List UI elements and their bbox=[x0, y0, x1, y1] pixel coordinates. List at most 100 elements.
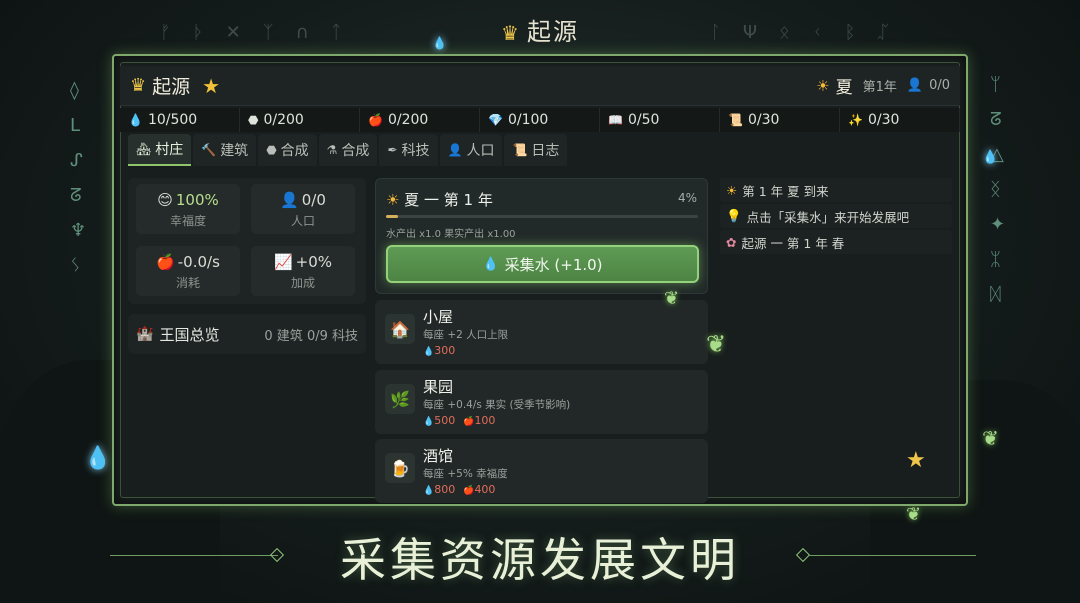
tab-label: 科技 bbox=[401, 143, 430, 159]
person-icon: 👤 bbox=[280, 191, 299, 209]
cost-value: 800 bbox=[434, 483, 456, 496]
resource-value: 0/30 bbox=[747, 112, 780, 128]
cost-water: 💧800 bbox=[423, 483, 455, 496]
event-log: ☀ 第 1 年 夏 到来 💡 点击「采集水」来开始发展吧 ✿ 起源 一 第 1 年 春 bbox=[720, 178, 952, 256]
resource-sparkle: ✨ 0/30 bbox=[840, 108, 960, 132]
log-entry: ☀ 第 1 年 夏 到来 bbox=[720, 178, 952, 202]
beer-icon: 🍺 bbox=[385, 453, 415, 483]
season-card: ☀ 夏 一 第 1 年 4% 水产出 x1.0 果实产出 x1.00 💧 采集水… bbox=[375, 178, 708, 294]
stat-population: 👤 0/0 人口 bbox=[251, 184, 355, 234]
sun-icon: ☀ bbox=[386, 191, 400, 209]
crown-icon: ♛ bbox=[501, 21, 521, 45]
kingdom-overview-row[interactable]: 🏰 王国总览 0 建筑 0/9 科技 bbox=[128, 314, 366, 354]
building-name: 小屋 bbox=[423, 308, 454, 326]
stat-value: -0.0/s bbox=[177, 253, 220, 271]
stat-bonus: 📈 +0% 加成 bbox=[251, 246, 355, 296]
leaf-icon: ❦ bbox=[664, 288, 680, 309]
tab-label: 人口 bbox=[466, 143, 495, 159]
gem-icon: 💎 bbox=[488, 113, 503, 127]
resource-value: 10/500 bbox=[147, 112, 198, 128]
building-name: 酒馆 bbox=[423, 447, 454, 465]
crown-icon: ♛ bbox=[130, 75, 147, 96]
hammer-icon: 🔨 bbox=[201, 143, 217, 157]
top-title: ♛ 起源 bbox=[0, 12, 1080, 47]
tab-label: 村庄 bbox=[155, 142, 184, 158]
population-label: 0/0 bbox=[929, 78, 950, 93]
log-text: 起源 一 第 1 年 春 bbox=[741, 235, 845, 251]
cauldron-icon: ⬣ bbox=[266, 143, 277, 157]
stat-value: +0% bbox=[295, 253, 333, 271]
rune-column-left: ◊ ᒪ ᔑ ᘔ ♆ ᛊ bbox=[70, 80, 87, 276]
season-percent: 4% bbox=[677, 191, 697, 205]
resource-scroll: 📜 0/30 bbox=[720, 108, 840, 132]
building-cost: 💧500 🍎100 bbox=[423, 414, 495, 427]
flask-icon: ⚗ bbox=[326, 143, 338, 157]
bulb-icon: 💡 bbox=[726, 208, 742, 223]
year-label: 第1年 bbox=[862, 80, 897, 95]
journal-icon: 📜 bbox=[512, 143, 528, 157]
tab-label: 日志 bbox=[531, 143, 560, 159]
sun-icon: ☀ bbox=[816, 76, 830, 95]
water-drop-icon: 💧 bbox=[482, 256, 499, 272]
window-header: ♛ 起源 ★ ☀ 夏 第1年 👤 0/0 bbox=[120, 66, 960, 106]
stat-consumption: 🍎 -0.0/s 消耗 bbox=[136, 246, 240, 296]
stat-value: 100% bbox=[175, 191, 219, 209]
tab-4[interactable]: ✒ 科技 bbox=[379, 134, 438, 166]
stat-label: 加成 bbox=[290, 276, 315, 290]
log-entry: ✿ 起源 一 第 1 年 春 bbox=[720, 230, 952, 254]
resource-value: 0/200 bbox=[263, 112, 304, 128]
header-title: 起源 bbox=[152, 76, 191, 98]
sparkle-icon: ✨ bbox=[848, 113, 863, 127]
building-card[interactable]: 🍺 酒馆每座 +5% 幸福度 💧800 🍎400 bbox=[375, 439, 708, 503]
tab-2[interactable]: ⬣ 合成 bbox=[258, 134, 317, 166]
star-icon[interactable]: ★ bbox=[202, 74, 220, 98]
building-cost: 💧800 🍎400 bbox=[423, 483, 495, 496]
cost-value: 500 bbox=[434, 414, 456, 427]
building-card[interactable]: 🏠 小屋 每座 +2 人口上限 💧300 bbox=[375, 300, 708, 364]
tab-3[interactable]: ⚗ 合成 bbox=[318, 134, 378, 166]
stat-label: 幸福度 bbox=[169, 214, 206, 228]
house-icon: 🏠 bbox=[385, 314, 415, 344]
tab-label: 建筑 bbox=[220, 143, 249, 159]
stat-happiness: 😊 100% 幸福度 bbox=[136, 184, 240, 234]
person-icon: 👤 bbox=[447, 143, 463, 157]
blossom-icon: ✿ bbox=[726, 234, 737, 250]
tab-1[interactable]: 🔨 建筑 bbox=[193, 134, 257, 166]
collect-water-button[interactable]: 💧 采集水 (+1.0) bbox=[386, 245, 699, 283]
book-icon: 📖 bbox=[608, 113, 623, 127]
tab-bar: 🏘 村庄 🔨 建筑 ⬣ 合成 ⚗ 合成 ✒ 科技 👤 人口 📜 日志 bbox=[128, 134, 568, 166]
tab-6[interactable]: 📜 日志 bbox=[504, 134, 568, 166]
resource-value: 0/100 bbox=[507, 112, 549, 128]
collect-water-label: 采集水 (+1.0) bbox=[504, 255, 603, 274]
season-progress-bar bbox=[386, 215, 698, 218]
glowing-drop-icon: 💧 bbox=[84, 446, 112, 471]
scroll-icon: 📜 bbox=[728, 113, 743, 127]
stat-label: 人口 bbox=[290, 214, 315, 228]
building-description: 每座 +0.4/s 果实 (受季节影响) bbox=[423, 399, 571, 411]
resource-gem: 💎 0/100 bbox=[480, 108, 600, 132]
smile-icon: 😊 bbox=[157, 191, 173, 209]
production-multipliers: 水产出 x1.0 果实产出 x1.00 bbox=[386, 229, 516, 240]
cost-value: 100 bbox=[474, 414, 496, 427]
water-drop-icon: 💧 bbox=[423, 347, 435, 357]
cost-value: 400 bbox=[474, 483, 496, 496]
rune-column-right: ᛘ ᘔ △ ᛝ ✦ ᛯ ᛞ bbox=[990, 74, 1006, 305]
log-text: 第 1 年 夏 到来 bbox=[742, 183, 829, 199]
season-title: 夏 一 第 1 年 bbox=[404, 191, 493, 209]
person-icon: 👤 bbox=[906, 78, 924, 93]
resource-value: 0/50 bbox=[627, 112, 660, 128]
apple-icon: 🍎 bbox=[463, 417, 475, 427]
resource-value: 0/200 bbox=[387, 112, 429, 128]
building-description: 每座 +5% 幸福度 bbox=[423, 468, 508, 480]
tab-5[interactable]: 👤 人口 bbox=[439, 134, 503, 166]
cost-apple: 🍎100 bbox=[463, 414, 495, 427]
tab-label: 合成 bbox=[341, 143, 370, 159]
header-status: ☀ 夏 第1年 👤 0/0 bbox=[816, 73, 950, 99]
tab-label: 合成 bbox=[280, 143, 309, 159]
tab-0[interactable]: 🏘 村庄 bbox=[128, 134, 192, 166]
water-drop-icon: 💧 bbox=[423, 417, 435, 427]
building-card[interactable]: 🌿 果园 每座 +0.4/s 果实 (受季节影响) 💧500 🍎100 bbox=[375, 370, 708, 434]
top-title-label: 起源 bbox=[526, 18, 579, 46]
apple-icon: 🍎 bbox=[368, 113, 383, 127]
apple-icon: 🍎 bbox=[463, 486, 475, 496]
